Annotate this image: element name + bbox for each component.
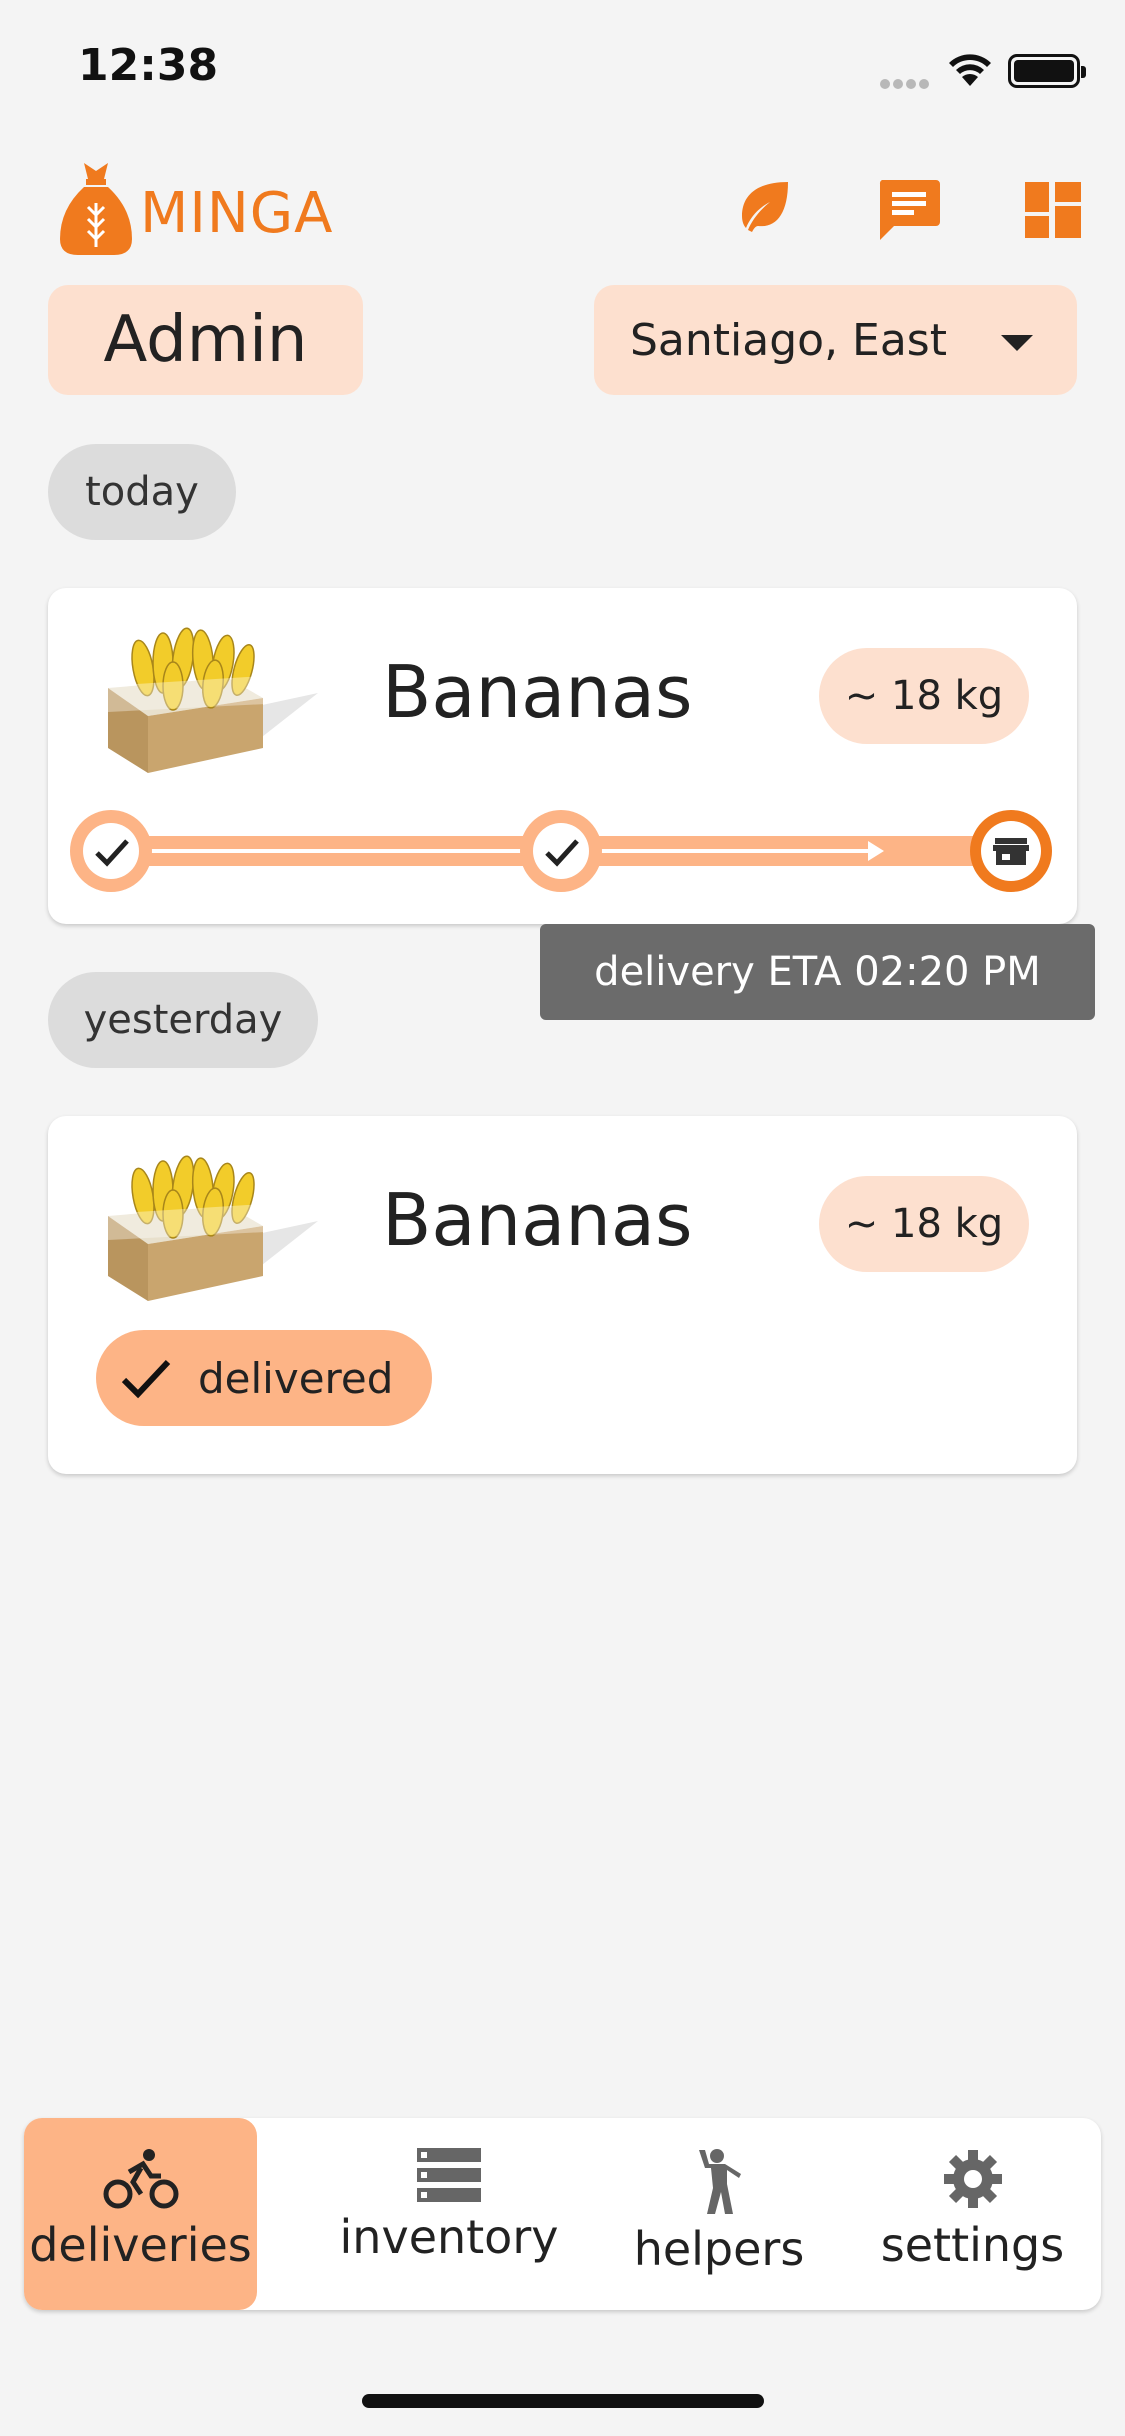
nav-inventory[interactable]: inventory	[304, 2118, 594, 2310]
role-badge: Admin	[48, 285, 363, 395]
message-icon[interactable]	[878, 178, 940, 240]
store-icon	[981, 821, 1041, 881]
step-3-current	[970, 810, 1052, 892]
bike-icon	[103, 2149, 178, 2209]
status-label: delivered	[198, 1353, 394, 1403]
delivery-card[interactable]: Bananas ~ 18 kg	[48, 588, 1077, 924]
status-bar: 12:38	[0, 0, 1125, 140]
nav-settings[interactable]: settings	[844, 2118, 1101, 2310]
nav-label: helpers	[633, 2222, 805, 2276]
location-dropdown[interactable]: Santiago, East	[594, 285, 1077, 395]
app-name: MINGA	[140, 180, 334, 246]
list-icon	[417, 2148, 481, 2202]
check-icon	[121, 1359, 171, 1399]
nav-deliveries[interactable]: deliveries	[24, 2118, 257, 2310]
nav-helpers[interactable]: helpers	[594, 2118, 844, 2310]
banana-box-image	[106, 1155, 318, 1301]
section-label-today: today	[48, 444, 236, 540]
home-indicator[interactable]	[362, 2394, 764, 2408]
status-time: 12:38	[78, 40, 219, 91]
product-name: Bananas	[382, 1178, 693, 1262]
cellular-signal-icon	[880, 74, 932, 93]
weight-badge: ~ 18 kg	[819, 648, 1029, 744]
banana-box-image	[106, 627, 318, 773]
step-1-done	[70, 810, 152, 892]
dashboard-icon[interactable]	[1025, 182, 1081, 238]
gear-icon	[943, 2150, 1002, 2208]
chevron-down-icon	[1001, 335, 1033, 351]
weight-badge: ~ 18 kg	[819, 1176, 1029, 1272]
leaf-icon[interactable]	[736, 178, 792, 234]
battery-icon	[1008, 54, 1086, 88]
nav-label: settings	[880, 2218, 1065, 2272]
step-2-done	[520, 810, 602, 892]
app-logo[interactable]: MINGA	[58, 158, 333, 258]
location-selected-value: Santiago, East	[630, 314, 947, 366]
check-icon	[83, 823, 139, 879]
nav-label: inventory	[339, 2210, 559, 2264]
delivered-status-badge: delivered	[96, 1330, 432, 1426]
bottom-navigation: deliveries inventory helpers settings	[24, 2118, 1101, 2310]
grain-sack-icon	[60, 163, 132, 255]
eta-tooltip: delivery ETA 02:20 PM	[540, 924, 1095, 1020]
wifi-icon	[949, 54, 991, 86]
check-icon	[533, 823, 589, 879]
nav-label: deliveries	[29, 2218, 252, 2272]
delivery-card[interactable]: Bananas ~ 18 kg delivered	[48, 1116, 1077, 1474]
section-label-yesterday: yesterday	[48, 972, 318, 1068]
product-name: Bananas	[382, 650, 693, 734]
person-waving-icon	[699, 2149, 741, 2214]
